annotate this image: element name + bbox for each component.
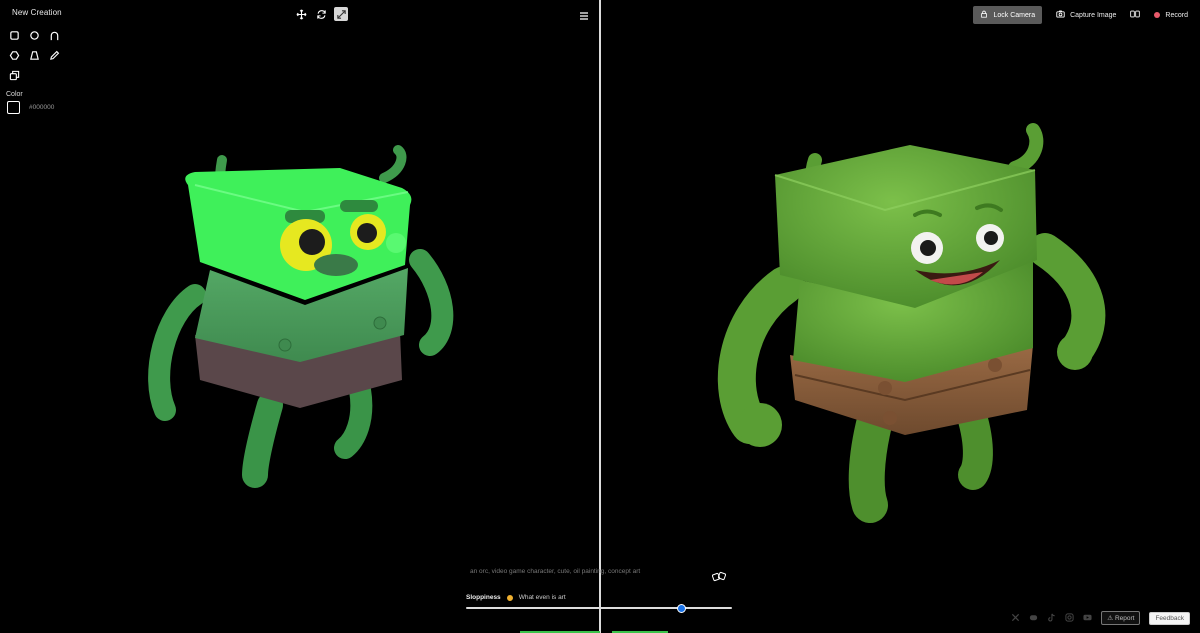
3d-model-canvas[interactable] xyxy=(140,140,470,500)
split-divider[interactable] xyxy=(599,0,601,633)
camera-icon xyxy=(1056,10,1065,20)
color-swatch[interactable] xyxy=(7,101,20,114)
capture-image-button[interactable]: Capture Image xyxy=(1056,10,1116,20)
discord-icon[interactable] xyxy=(1029,609,1038,627)
left-leg xyxy=(242,392,283,488)
split-view-icon xyxy=(1130,10,1141,20)
report-label: Report xyxy=(1114,615,1135,622)
scale-icon[interactable] xyxy=(334,7,348,21)
lock-camera-button[interactable]: Lock Camera xyxy=(973,6,1043,24)
pencil-tool-icon[interactable] xyxy=(48,49,60,61)
rotate-icon[interactable] xyxy=(314,7,328,21)
circle-tool-icon[interactable] xyxy=(28,29,40,41)
square-tool-icon[interactable] xyxy=(8,29,20,41)
right-leg xyxy=(334,379,373,459)
color-hex-value[interactable]: #000000 xyxy=(29,104,54,111)
sloppiness-slider-thumb[interactable] xyxy=(677,604,687,613)
record-button[interactable]: Record xyxy=(1154,12,1188,19)
dice-icon[interactable] xyxy=(711,570,727,588)
generated-image xyxy=(717,123,1106,523)
sloppiness-row: Sloppiness What even is art xyxy=(466,594,566,601)
color-label: Color xyxy=(6,91,23,98)
camera-toolbar: Lock Camera Capture Image Record xyxy=(973,6,1188,24)
sloppiness-description: What even is art xyxy=(518,594,566,601)
sloppiness-slider[interactable] xyxy=(466,604,732,613)
record-dot-icon xyxy=(1154,12,1161,18)
move-icon[interactable] xyxy=(294,7,308,21)
record-label: Record xyxy=(1165,11,1188,19)
menu-icon[interactable] xyxy=(579,8,589,26)
lock-camera-label: Lock Camera xyxy=(993,11,1036,19)
split-view-button[interactable] xyxy=(1130,10,1141,20)
transform-toolbar xyxy=(294,7,348,21)
tiktok-icon[interactable] xyxy=(1047,609,1056,627)
sloppiness-label: Sloppiness xyxy=(466,594,501,601)
lock-icon xyxy=(980,10,988,20)
footer-bar: ⚠ Report Feedback xyxy=(1011,609,1190,627)
capture-image-label: Capture Image xyxy=(1070,11,1117,19)
youtube-icon[interactable] xyxy=(1083,609,1092,627)
app-title[interactable]: New Creation xyxy=(12,8,62,17)
prompt-input[interactable]: an orc, video game character, cute, oil … xyxy=(470,568,640,575)
x-social-icon[interactable] xyxy=(1011,609,1020,627)
layers-tool-icon[interactable] xyxy=(8,69,20,81)
nose xyxy=(314,254,358,276)
sloppiness-emoji-icon xyxy=(506,594,513,601)
right-arm xyxy=(409,249,454,356)
report-button[interactable]: ⚠ Report xyxy=(1101,611,1141,625)
hexagon-tool-icon[interactable] xyxy=(8,49,20,61)
trapezoid-tool-icon[interactable] xyxy=(28,49,40,61)
arch-tool-icon[interactable] xyxy=(48,29,60,41)
instagram-icon[interactable] xyxy=(1065,609,1074,627)
feedback-button[interactable]: Feedback xyxy=(1149,611,1190,625)
left-arm xyxy=(148,284,206,421)
